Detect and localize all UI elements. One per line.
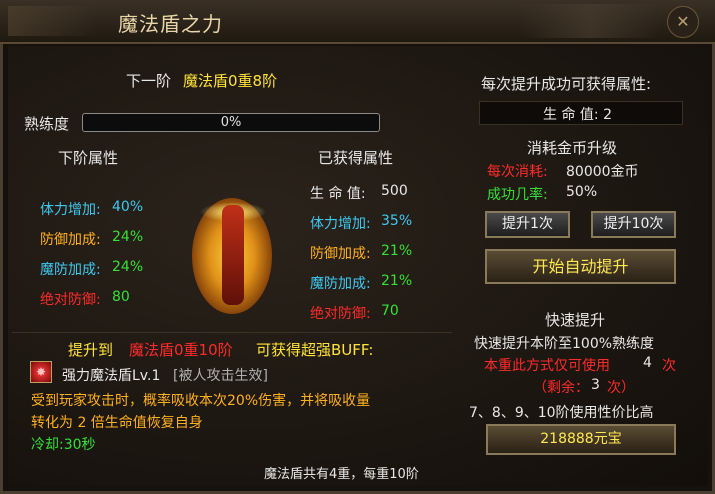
got-attrs-title: 已获得属性: [318, 149, 394, 167]
got-attr-value: 21%: [381, 273, 413, 289]
next-attr-value: 40%: [112, 199, 144, 215]
footer-note: 魔法盾共有4重，每重10阶: [264, 467, 419, 482]
next-attr-value: 80: [112, 289, 130, 305]
upgrade-once-button[interactable]: 提升1次: [485, 211, 570, 238]
got-attr-value: 21%: [381, 243, 413, 259]
auto-upgrade-button[interactable]: 开始自动提升: [485, 249, 676, 284]
value-note: 7、8、9、10阶使用性价比高: [469, 405, 654, 421]
gain-value: 生 命 值: 2: [543, 107, 612, 123]
limit-count: 4: [643, 355, 652, 371]
got-attr-name: 体力增加:: [310, 216, 371, 232]
divider: [12, 332, 452, 333]
remain-suffix: 次）: [607, 380, 635, 396]
next-attr-name: 魔防加成:: [40, 262, 101, 278]
got-attr-name: 绝对防御:: [310, 306, 371, 322]
proficiency-label: 熟练度: [24, 115, 70, 133]
next-attr-value: 24%: [112, 259, 144, 275]
limit-unit: 次: [662, 358, 676, 374]
buff-suffix: 可获得超强BUFF:: [256, 341, 374, 359]
cost-value: 80000金币: [566, 164, 639, 180]
remain-count: 3: [591, 377, 600, 393]
got-attr-value: 500: [381, 183, 408, 199]
cost-title: 消耗金币升级: [527, 139, 618, 157]
title-bar: 魔法盾之力 ✕: [0, 0, 715, 44]
limit-prefix: 本重此方式仅可使用: [484, 358, 610, 374]
dragon-ornament: [520, 4, 660, 38]
next-level-value: 魔法盾0重8阶: [183, 72, 278, 90]
rate-value: 50%: [566, 184, 598, 200]
close-button[interactable]: ✕: [667, 6, 699, 38]
buff-prefix: 提升到: [68, 341, 114, 359]
next-attr-name: 绝对防御:: [40, 292, 101, 308]
buff-cooldown: 冷却:30秒: [31, 437, 96, 453]
proficiency-bar: 0%: [82, 113, 380, 132]
proficiency-value: 0%: [220, 115, 242, 130]
got-attr-name: 防御加成:: [310, 246, 371, 262]
corner-ornament: [8, 6, 98, 36]
next-attr-name: 体力增加:: [40, 202, 101, 218]
quick-desc: 快速提升本阶至100%熟练度: [474, 336, 655, 352]
gain-title: 每次提升成功可获得属性:: [481, 75, 652, 93]
next-attr-name: 防御加成:: [40, 232, 101, 248]
upgrade-ten-button[interactable]: 提升10次: [591, 211, 676, 238]
window-title: 魔法盾之力: [118, 12, 223, 36]
buff-desc-line2: 转化为 2 倍生命值恢复自身: [31, 415, 203, 431]
next-level-prefix: 下一阶: [126, 72, 172, 90]
cost-label: 每次消耗:: [487, 164, 548, 180]
remain-prefix: （剩余：: [533, 380, 589, 396]
got-attr-value: 35%: [381, 213, 413, 229]
rate-label: 成功几率:: [487, 187, 548, 203]
buff-icon: ✸: [30, 361, 52, 383]
buff-name: 强力魔法盾Lv.1: [62, 368, 161, 384]
got-attr-name: 魔防加成:: [310, 276, 371, 292]
got-attr-value: 70: [381, 303, 399, 319]
buff-tag: [被人攻击生效]: [173, 368, 268, 384]
next-attrs-title: 下阶属性: [58, 149, 119, 167]
quick-title: 快速提升: [545, 311, 606, 329]
warrior-figure: [222, 205, 244, 305]
next-attr-value: 24%: [112, 229, 144, 245]
buy-quick-button[interactable]: 218888元宝: [486, 424, 676, 455]
buff-target-level: 魔法盾0重10阶: [129, 341, 233, 359]
got-attr-name: 生 命 值:: [310, 186, 366, 202]
buff-desc-line1: 受到玩家攻击时，概率吸收本次20%伤害，并将吸收量: [31, 393, 371, 409]
